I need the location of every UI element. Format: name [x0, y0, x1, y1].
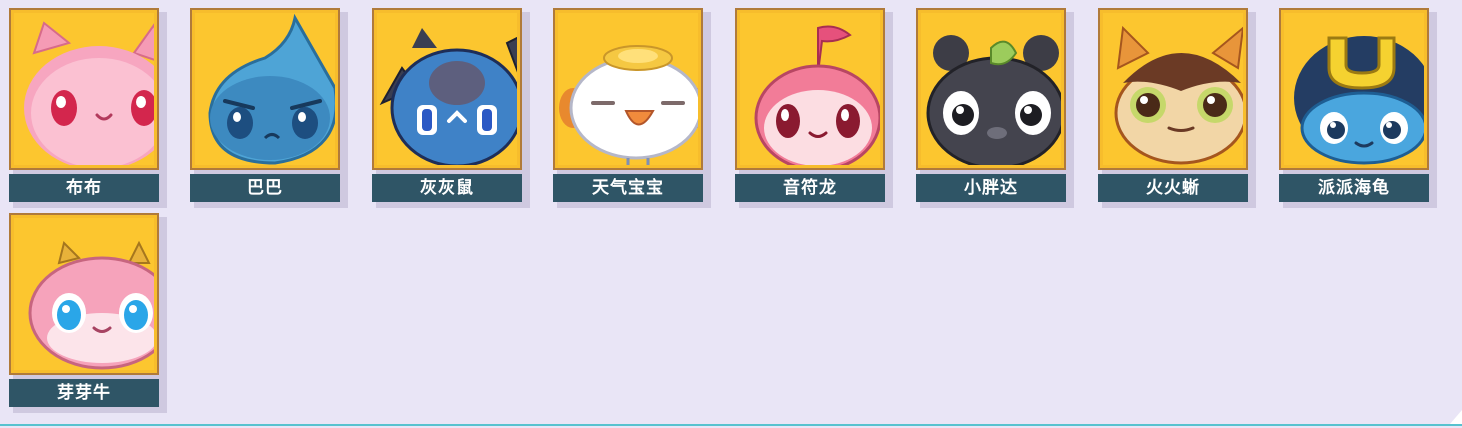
pet-portrait-frame [372, 8, 522, 170]
corner-decoration [1450, 410, 1462, 424]
pet-portrait-frame [553, 8, 703, 170]
pet-card-tianqibaobao[interactable]: 天气宝宝 [553, 8, 711, 208]
pet-card-bubu[interactable]: 布布 [9, 8, 167, 208]
pet-card-baba[interactable]: 巴巴 [190, 8, 348, 208]
pet-card-paipaihaigui[interactable]: 派派海龟 [1279, 8, 1437, 208]
pet-name-label: 布布 [9, 174, 159, 202]
pink-cat-pet-icon [24, 21, 154, 165]
fire-lizard-pet-icon [1114, 25, 1243, 165]
white-egg-bird-pet-icon [559, 45, 698, 165]
pet-name-label: 芽芽牛 [9, 379, 159, 407]
pet-name-label: 音符龙 [735, 174, 885, 202]
pet-portrait-frame [916, 8, 1066, 170]
pet-name-label: 巴巴 [190, 174, 340, 202]
blue-sea-turtle-pet-icon [1294, 36, 1424, 165]
pet-portrait-frame [1098, 8, 1248, 170]
pet-portrait-frame [190, 8, 340, 170]
pink-sprout-cow-pet-icon [28, 240, 154, 370]
pet-name-label: 天气宝宝 [553, 174, 703, 202]
pet-portrait-frame [9, 213, 159, 375]
black-panda-pet-icon [926, 35, 1061, 165]
pet-portrait-frame [9, 8, 159, 170]
pet-portrait-frame [735, 8, 885, 170]
pet-name-label: 火火蜥 [1098, 174, 1248, 202]
pink-music-note-pet-icon [754, 25, 880, 165]
pet-card-yinfulong[interactable]: 音符龙 [735, 8, 893, 208]
pet-card-huihuishu[interactable]: 灰灰鼠 [372, 8, 530, 208]
pet-card-huohuoxi[interactable]: 火火蜥 [1098, 8, 1256, 208]
pet-name-label: 灰灰鼠 [372, 174, 522, 202]
pet-name-label: 小胖达 [916, 174, 1066, 202]
pet-portrait-frame [1279, 8, 1429, 170]
blue-bat-mouse-pet-icon [379, 28, 517, 165]
pet-name-label: 派派海龟 [1279, 174, 1429, 202]
pet-card-xiaopangda[interactable]: 小胖达 [916, 8, 1074, 208]
pet-card-yayaniu[interactable]: 芽芽牛 [9, 213, 167, 413]
blue-water-drop-pet-icon [208, 13, 335, 165]
bottom-divider [0, 424, 1462, 426]
